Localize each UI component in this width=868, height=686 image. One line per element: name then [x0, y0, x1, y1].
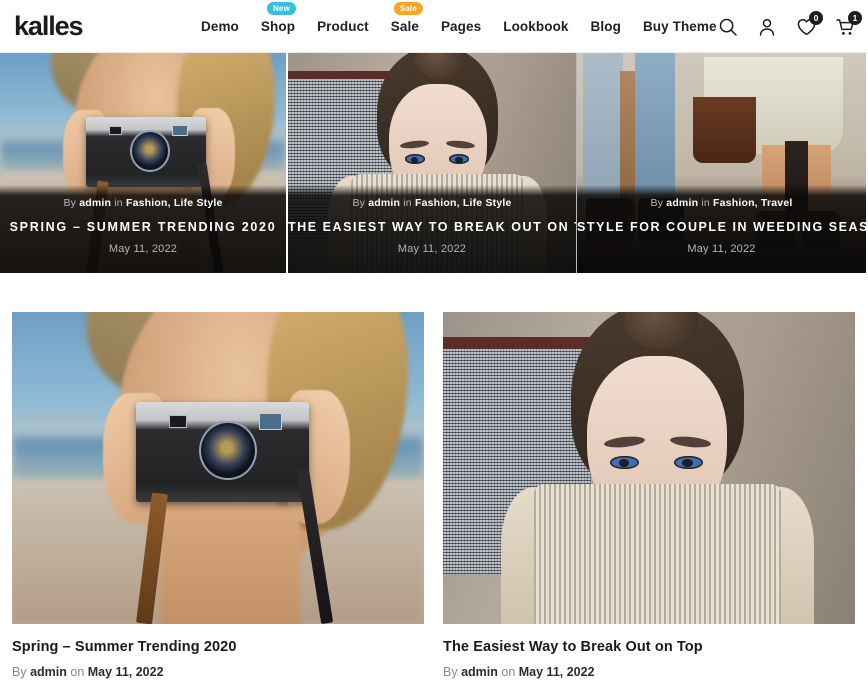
nav-item-lookbook[interactable]: Lookbook: [492, 0, 579, 53]
nav-badge-sale: Sale: [393, 2, 424, 15]
in-label: in: [114, 197, 123, 209]
featured-post-2-caption: By admin in Fashion, Life Style THE EASI…: [288, 185, 576, 273]
wishlist-count-badge: 0: [809, 10, 823, 25]
nav-label: Lookbook: [503, 19, 569, 34]
blog-post-card-1: Spring – Summer Trending 2020 By admin o…: [12, 312, 424, 681]
in-label: in: [701, 197, 710, 209]
featured-post-3-date: May 11, 2022: [687, 243, 756, 255]
author-link[interactable]: admin: [79, 197, 111, 209]
header-actions: 0 1: [717, 0, 862, 53]
site-logo[interactable]: kalles: [14, 11, 84, 41]
on-label: on: [501, 665, 516, 679]
author-link[interactable]: admin: [666, 197, 698, 209]
nav-label: Shop: [260, 19, 296, 34]
cart-count-badge: 1: [848, 10, 862, 25]
nav-item-pages[interactable]: Pages: [430, 0, 492, 53]
featured-post-2-meta: By admin in Fashion, Life Style: [288, 196, 576, 211]
author-link[interactable]: admin: [368, 197, 400, 209]
nav-label: Pages: [440, 19, 482, 34]
site-header: kalles Demo New Shop Product Sale Sale P…: [0, 0, 868, 53]
category-links[interactable]: Fashion, Life Style: [126, 197, 223, 209]
user-icon: [759, 18, 775, 36]
nav-item-buy-theme[interactable]: Buy Theme: [632, 0, 728, 53]
blog-post-grid: Spring – Summer Trending 2020 By admin o…: [0, 273, 868, 681]
blog-post-2-title[interactable]: The Easiest Way to Break Out on Top: [443, 637, 855, 657]
main-navigation: Demo New Shop Product Sale Sale Pages Lo…: [190, 0, 728, 53]
featured-post-2-date: May 11, 2022: [397, 243, 467, 255]
featured-post-1-meta: By admin in Fashion, Life Style: [0, 196, 286, 211]
nav-item-demo[interactable]: Demo: [190, 0, 250, 53]
nav-label: Buy Theme: [642, 19, 717, 34]
by-label: By: [63, 197, 77, 209]
search-button[interactable]: [717, 16, 739, 38]
by-label: By: [443, 665, 458, 679]
category-links[interactable]: Fashion, Life Style: [415, 197, 512, 209]
nav-badge-new: New: [266, 2, 297, 15]
featured-post-1-title[interactable]: SPRING – SUMMER TRENDING 2020: [0, 219, 286, 236]
nav-label: Product: [317, 19, 369, 34]
category-links[interactable]: Fashion, Travel: [713, 197, 792, 209]
featured-post-2[interactable]: By admin in Fashion, Life Style THE EASI…: [286, 53, 576, 273]
nav-label: Blog: [590, 19, 621, 34]
nav-item-product[interactable]: Product: [306, 0, 380, 53]
wishlist-button[interactable]: 0: [795, 10, 823, 38]
on-label: on: [70, 665, 85, 679]
blog-post-card-2: The Easiest Way to Break Out on Top By a…: [443, 312, 855, 681]
featured-post-3[interactable]: By admin in Fashion, Travel STYLE FOR CO…: [576, 53, 866, 273]
featured-post-3-title[interactable]: STYLE FOR COUPLE IN WEEDING SEASON: [577, 219, 866, 236]
blog-post-1-thumbnail[interactable]: [12, 312, 424, 624]
by-label: By: [650, 197, 664, 209]
search-icon: [719, 18, 737, 36]
account-button[interactable]: [756, 16, 778, 38]
in-label: in: [403, 197, 412, 209]
by-label: By: [352, 197, 366, 209]
post-date: May 11, 2022: [518, 665, 595, 679]
nav-label: Sale: [390, 19, 419, 34]
featured-post-3-meta: By admin in Fashion, Travel: [577, 196, 866, 211]
blog-post-1-meta: By admin on May 11, 2022: [12, 663, 424, 681]
author-link[interactable]: admin: [461, 665, 498, 679]
blog-post-2-meta: By admin on May 11, 2022: [443, 663, 855, 681]
author-link[interactable]: admin: [30, 665, 67, 679]
nav-item-sale[interactable]: Sale Sale: [380, 0, 430, 53]
nav-item-shop[interactable]: New Shop: [250, 0, 306, 53]
featured-post-1-caption: By admin in Fashion, Life Style SPRING –…: [0, 185, 286, 273]
by-label: By: [12, 665, 27, 679]
post-date: May 11, 2022: [87, 665, 164, 679]
nav-label: Demo: [201, 19, 239, 34]
featured-post-2-title[interactable]: THE EASIEST WAY TO BREAK OUT ON TOP: [288, 219, 576, 236]
featured-posts-slider: By admin in Fashion, Life Style SPRING –…: [0, 53, 868, 273]
featured-post-1[interactable]: By admin in Fashion, Life Style SPRING –…: [0, 53, 286, 273]
nav-item-blog[interactable]: Blog: [580, 0, 632, 53]
featured-post-1-date: May 11, 2022: [108, 243, 178, 255]
featured-post-3-caption: By admin in Fashion, Travel STYLE FOR CO…: [577, 185, 866, 273]
blog-post-1-title[interactable]: Spring – Summer Trending 2020: [12, 637, 424, 657]
blog-post-2-thumbnail[interactable]: [443, 312, 855, 624]
cart-button[interactable]: 1: [834, 10, 862, 38]
